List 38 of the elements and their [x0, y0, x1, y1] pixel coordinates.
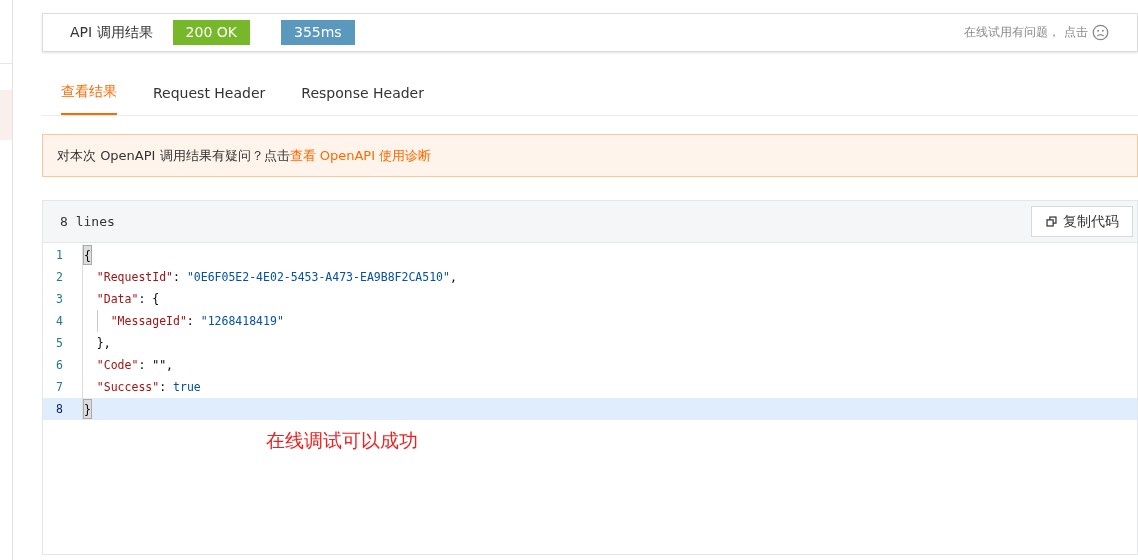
json-key: "Data" — [83, 292, 139, 306]
line-number: 1 — [55, 248, 64, 262]
tab[interactable]: Response Header — [301, 85, 424, 115]
line-number: 5 — [55, 336, 64, 350]
json-punctuation: : — [186, 314, 195, 328]
line-number: 8 — [55, 402, 64, 416]
json-key: "Success" — [83, 380, 160, 394]
json-boolean: true — [173, 380, 201, 394]
line-number: 2 — [55, 270, 64, 284]
json-string: "1268418419" — [200, 314, 284, 328]
json-key: "MessageId" — [83, 314, 187, 328]
json-punctuation: }, — [95, 336, 111, 350]
feedback-text: 在线试用有问题， 点击 — [964, 24, 1088, 41]
json-string: "0E6F05E2-4E02-5453-A473-EA9B8F2CA510" — [186, 270, 450, 284]
line-count: 8 lines — [60, 214, 115, 229]
json-key: "RequestId" — [83, 270, 173, 284]
tab[interactable]: Request Header — [153, 85, 266, 115]
sidebar-item[interactable] — [0, 90, 12, 140]
sad-face-icon — [1091, 24, 1109, 41]
matched-bracket: } — [83, 399, 92, 419]
notice-text: 对本次 OpenAPI 调用结果有疑问？点击 — [57, 146, 290, 165]
json-key: "Code" — [83, 358, 139, 372]
json-punctuation: : { — [138, 292, 160, 306]
copy-icon — [1045, 215, 1058, 228]
json-punctuation: : — [159, 380, 168, 394]
duration-badge: 355ms — [281, 20, 355, 45]
matched-bracket: { — [83, 245, 92, 265]
json-punctuation: , — [450, 270, 457, 284]
json-punctuation: : — [173, 270, 181, 284]
json-punctuation: : "", — [138, 358, 173, 372]
annotation-text: 在线调试可以成功 — [266, 429, 418, 451]
line-number: 6 — [55, 358, 64, 372]
status-badge: 200 OK — [172, 20, 250, 45]
copy-code-button[interactable]: 复制代码 — [1031, 206, 1133, 237]
line-number: 7 — [55, 380, 64, 394]
line-number: 3 — [55, 292, 64, 306]
result-title: API 调用结果 — [70, 23, 153, 42]
line-number: 4 — [55, 314, 64, 328]
